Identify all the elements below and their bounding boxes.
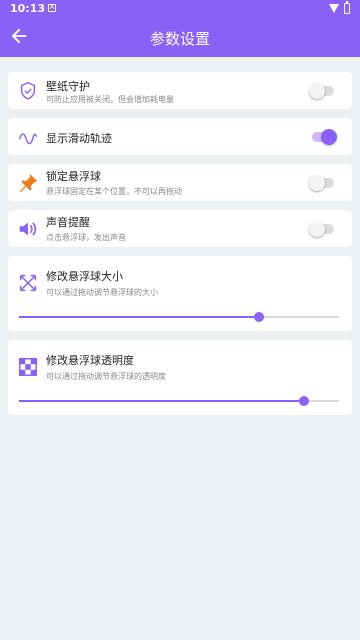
toggle-knob [309, 83, 325, 99]
show-trail-toggle[interactable] [312, 129, 337, 145]
setting-ball-size: 修改悬浮球大小 可以通过拖动调节悬浮球的大小 [8, 256, 352, 331]
page-title: 参数设置 [149, 30, 210, 48]
slider-fill [19, 316, 259, 318]
status-time: 10:13 [10, 2, 46, 15]
setting-sound: 声音提醒 点击悬浮球，发出声音 [8, 210, 352, 247]
checkerboard-icon [17, 356, 39, 378]
wifi-icon [329, 4, 339, 13]
setting-subtitle: 可以通过拖动调节悬浮球的大小 [46, 288, 158, 297]
notification-icon: A [48, 4, 56, 12]
wave-icon [17, 126, 39, 148]
setting-title: 修改悬浮球透明度 [46, 354, 134, 367]
lock-ball-toggle[interactable] [309, 175, 334, 191]
setting-title: 壁纸守护 [46, 80, 90, 93]
wallpaper-guard-toggle[interactable] [309, 83, 334, 99]
sound-toggle[interactable] [309, 221, 334, 237]
setting-lock-ball: 锁定悬浮球 悬浮球固定在某个位置，不可以再拖动 [8, 164, 352, 201]
ball-size-slider[interactable] [19, 310, 339, 324]
resize-arrows-icon [17, 272, 39, 294]
setting-title: 锁定悬浮球 [46, 170, 101, 183]
setting-subtitle: 悬浮球固定在某个位置，不可以再拖动 [46, 187, 182, 196]
slider-thumb[interactable] [254, 312, 264, 322]
setting-subtitle: 可防止应用被关闭，但会增加耗电量 [46, 95, 174, 104]
setting-subtitle: 可以通过拖动调节悬浮球的透明度 [46, 372, 166, 381]
ball-opacity-slider[interactable] [19, 394, 339, 408]
setting-title: 声音提醒 [46, 216, 90, 229]
shield-check-icon [17, 80, 39, 102]
slider-fill [19, 400, 304, 402]
app-bar: 参数设置 [0, 18, 360, 57]
toggle-knob [309, 221, 325, 237]
setting-show-trail: 显示滑动轨迹 [8, 118, 352, 155]
setting-wallpaper-guard: 壁纸守护 可防止应用被关闭，但会增加耗电量 [8, 72, 352, 109]
setting-title: 显示滑动轨迹 [46, 132, 112, 145]
setting-subtitle: 点击悬浮球，发出声音 [46, 233, 126, 242]
setting-title: 修改悬浮球大小 [46, 270, 123, 283]
toggle-knob [309, 175, 325, 191]
slider-thumb[interactable] [298, 396, 309, 406]
battery-icon [344, 1, 350, 14]
toggle-knob [321, 129, 337, 145]
speaker-icon [17, 218, 39, 240]
setting-ball-opacity: 修改悬浮球透明度 可以通过拖动调节悬浮球的透明度 [8, 340, 352, 415]
status-bar: 10:13 A [0, 0, 360, 18]
pin-icon [17, 172, 39, 194]
